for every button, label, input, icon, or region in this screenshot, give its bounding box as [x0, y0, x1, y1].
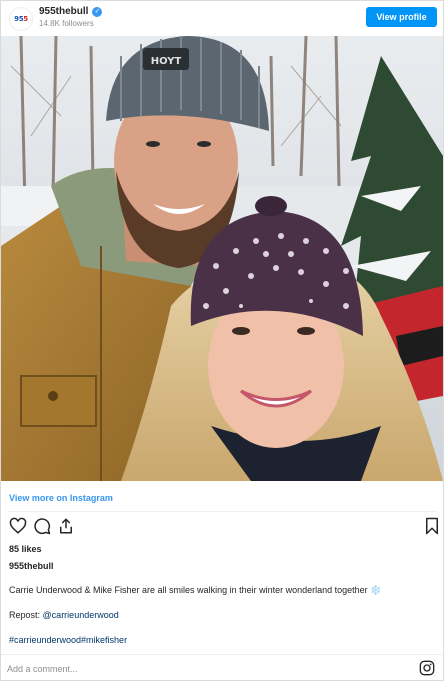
- instagram-embed: 955 955thebull ✓ 14.8K followers View pr…: [0, 0, 444, 681]
- bookmark-icon[interactable]: [423, 517, 441, 535]
- comment-icon[interactable]: [33, 517, 51, 535]
- like-count[interactable]: 85 likes: [9, 544, 42, 554]
- svg-text:HOYT: HOYT: [151, 56, 182, 67]
- divider: [9, 511, 437, 512]
- hashtag-carrieunderwood[interactable]: #carrieunderwood: [9, 635, 81, 645]
- photo-illustration: HOYT: [1, 36, 443, 481]
- post-photo[interactable]: HOYT: [1, 36, 443, 481]
- action-bar: [1, 516, 443, 536]
- caption-text: Carrie Underwood & Mike Fisher are all s…: [9, 585, 368, 595]
- instagram-icon[interactable]: [419, 660, 435, 676]
- comment-input[interactable]: [7, 661, 407, 677]
- comment-bar: [1, 654, 443, 681]
- share-icon[interactable]: [57, 517, 75, 535]
- verified-icon: ✓: [92, 6, 103, 17]
- view-more-link[interactable]: View more on Instagram: [9, 493, 113, 503]
- repost-line: Repost: @carrieunderwood: [9, 610, 119, 620]
- hashtag-mikefisher[interactable]: #mikefisher: [81, 635, 127, 645]
- avatar-logo-main: 95: [14, 15, 24, 23]
- heart-icon[interactable]: [9, 517, 27, 535]
- snowflake-emoji: ❄️: [370, 585, 382, 595]
- avatar[interactable]: 955: [9, 7, 33, 31]
- follower-count: 14.8K followers: [39, 19, 94, 28]
- repost-mention[interactable]: @carrieunderwood: [43, 610, 119, 620]
- view-profile-button[interactable]: View profile: [366, 7, 437, 27]
- post-header: 955 955thebull ✓ 14.8K followers View pr…: [1, 1, 443, 36]
- username[interactable]: 955thebull: [39, 6, 88, 17]
- caption: Carrie Underwood & Mike Fisher are all s…: [9, 585, 381, 596]
- repost-prefix: Repost:: [9, 610, 41, 620]
- hashtags: #carrieunderwood#mikefisher: [9, 635, 127, 645]
- avatar-logo: 955: [14, 15, 28, 23]
- caption-username[interactable]: 955thebull: [9, 561, 54, 571]
- avatar-logo-accent: 5: [23, 15, 28, 23]
- username-row: 955thebull ✓: [39, 6, 103, 17]
